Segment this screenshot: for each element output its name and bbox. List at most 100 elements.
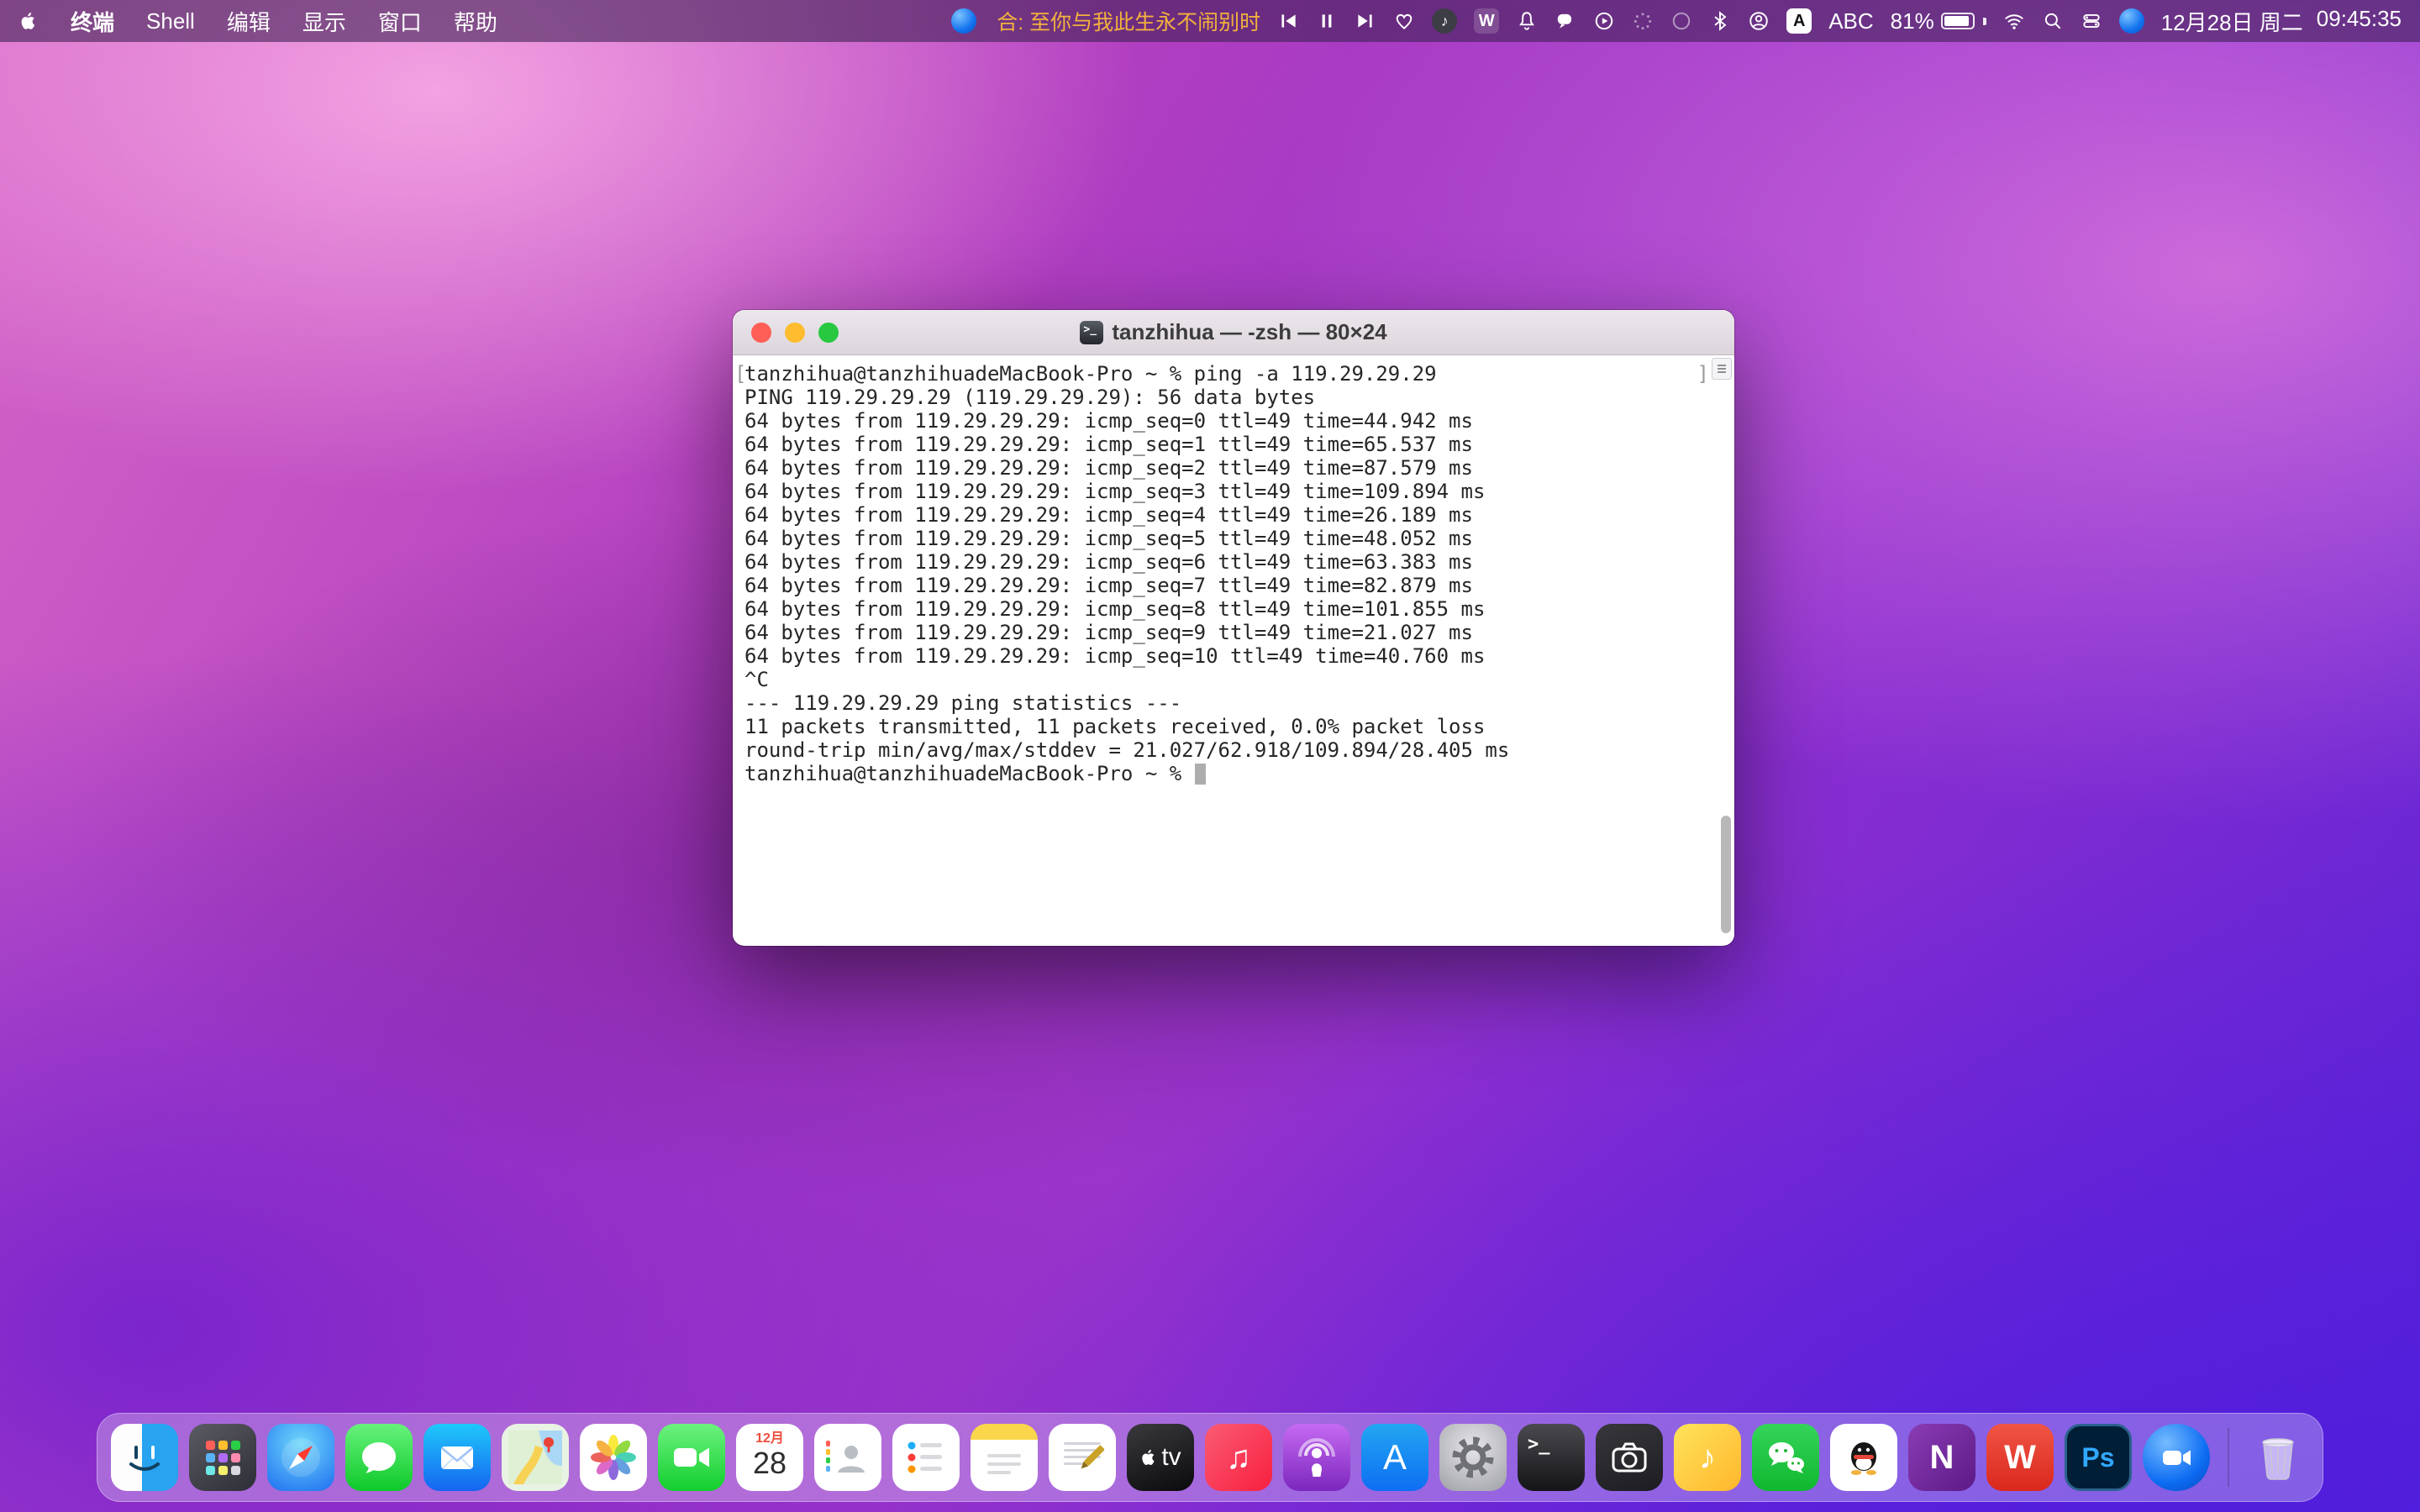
terminal-output: tanzhihua@tanzhihuadeMacBook-Pro ~ % pin…	[744, 362, 1723, 762]
dock-mail[interactable]	[424, 1424, 491, 1491]
dock-qq-music[interactable]: ♪	[1674, 1424, 1741, 1491]
minimize-button[interactable]	[785, 323, 805, 343]
wifi-icon[interactable]	[2003, 6, 2025, 36]
control-center-icon[interactable]	[2081, 6, 2102, 36]
dock-photos[interactable]	[580, 1424, 647, 1491]
dock-launchpad[interactable]	[189, 1424, 256, 1491]
app-menu-item[interactable]: 显示	[302, 6, 346, 37]
terminal-titlebar[interactable]: >_ tanzhihua — -zsh — 80×24	[733, 310, 1734, 355]
prompt-mark-close: ]	[1697, 362, 1709, 386]
window-title: tanzhihua — -zsh — 80×24	[1112, 319, 1386, 345]
dock-onenote[interactable]: N	[1908, 1424, 1975, 1491]
dock-screenshot-app[interactable]	[1596, 1424, 1663, 1491]
spotlight-search-icon[interactable]	[2042, 6, 2064, 36]
dock-terminal[interactable]: >_	[1518, 1424, 1585, 1491]
terminal-output-line: 64 bytes from 119.29.29.29: icmp_seq=8 t…	[744, 597, 1723, 621]
photoshop-ps-icon: Ps	[2081, 1442, 2114, 1473]
dock-trash[interactable]	[2247, 1424, 2309, 1491]
dock-podcasts[interactable]	[1283, 1424, 1350, 1491]
dock-tencent-meeting[interactable]	[2143, 1424, 2210, 1491]
finder-face-icon	[118, 1431, 171, 1484]
bluetooth-icon[interactable]	[1709, 6, 1731, 36]
wechat-status-icon[interactable]	[1555, 6, 1576, 36]
battery-icon	[1941, 13, 1975, 29]
dock-separator	[2228, 1428, 2229, 1487]
dock-calendar[interactable]: 12月 28	[736, 1424, 803, 1491]
account-icon[interactable]	[1748, 6, 1770, 36]
media-next-icon[interactable]	[1355, 6, 1376, 36]
terminal-content[interactable]: [ ] tanzhihua@tanzhihuadeMacBook-Pro ~ %…	[733, 355, 1734, 945]
dock: 12月 28 tv ♫ A	[97, 1413, 2323, 1502]
dock-photoshop[interactable]: Ps	[2065, 1424, 2132, 1491]
app-menu-item[interactable]: 编辑	[227, 6, 271, 37]
favorite-heart-icon[interactable]	[1393, 6, 1415, 36]
terminal-marker-icon[interactable]	[1712, 358, 1732, 380]
app-menu-item[interactable]: Shell	[146, 8, 195, 34]
notification-bell-icon[interactable]	[1516, 6, 1538, 36]
dock-wechat[interactable]	[1752, 1424, 1819, 1491]
dock-maps[interactable]	[502, 1424, 569, 1491]
screen-mirroring-icon[interactable]	[1632, 6, 1654, 36]
media-pause-icon[interactable]	[1316, 6, 1338, 36]
prompt-mark-open: [	[734, 362, 746, 386]
airplay-icon[interactable]	[1670, 6, 1692, 36]
dock-safari[interactable]	[267, 1424, 334, 1491]
menubar-clock[interactable]: 12月28日 周二 09:45:35	[2161, 6, 2402, 37]
textedit-pen-icon	[1055, 1431, 1109, 1484]
safari-compass-icon	[274, 1431, 328, 1484]
envelope-icon	[430, 1431, 484, 1484]
menu-bar-left: 终端 Shell 编辑显示 窗口 帮助	[18, 6, 497, 37]
terminal-cursor	[1195, 764, 1206, 785]
dock-contacts[interactable]	[814, 1424, 881, 1491]
dock-system-preferences[interactable]	[1439, 1424, 1507, 1491]
terminal-output-line: 64 bytes from 119.29.29.29: icmp_seq=2 t…	[744, 456, 1723, 480]
zoom-button[interactable]	[818, 323, 839, 343]
dock-messages[interactable]	[345, 1424, 413, 1491]
scrollbar-thumb[interactable]	[1721, 816, 1731, 933]
dock-notes[interactable]	[971, 1424, 1038, 1491]
dock-textedit[interactable]	[1049, 1424, 1116, 1491]
title-area: >_ tanzhihua — -zsh — 80×24	[733, 319, 1734, 345]
reminders-list-icon	[899, 1431, 953, 1484]
terminal-output-line: 64 bytes from 119.29.29.29: icmp_seq=6 t…	[744, 550, 1723, 574]
terminal-output-line: 64 bytes from 119.29.29.29: icmp_seq=3 t…	[744, 480, 1723, 503]
menu-bar: 终端Shell编辑显示窗口帮助 合: 至你与我此生永不闹别时 ♪ W A	[0, 0, 2420, 42]
calendar-month: 12月	[755, 1431, 784, 1446]
dock-wps[interactable]: W	[1986, 1424, 2054, 1491]
apple-menu[interactable]	[18, 9, 39, 33]
close-button[interactable]	[751, 323, 771, 343]
dock-music[interactable]: ♫	[1205, 1424, 1272, 1491]
music-app-icon[interactable]	[951, 8, 976, 34]
play-circle-icon[interactable]	[1593, 6, 1615, 36]
tencent-meeting-icon[interactable]	[2119, 8, 2144, 34]
dock-facetime[interactable]	[658, 1424, 725, 1491]
terminal-proxy-icon: >_	[1080, 321, 1103, 344]
apple-logo-icon	[1139, 1446, 1158, 1468]
dock-qq[interactable]	[1830, 1424, 1897, 1491]
input-source-icon[interactable]: A	[1786, 8, 1812, 34]
podcasts-icon	[1290, 1431, 1344, 1484]
terminal-output-line: 64 bytes from 119.29.29.29: icmp_seq=1 t…	[744, 433, 1723, 456]
terminal-output-line: PING 119.29.29.29 (119.29.29.29): 56 dat…	[744, 386, 1723, 409]
now-playing-icon[interactable]: ♪	[1432, 8, 1457, 34]
dock-apple-tv[interactable]: tv	[1127, 1424, 1194, 1491]
terminal-window: >_ tanzhihua — -zsh — 80×24 [ ] tanzhihu…	[733, 310, 1734, 946]
app-menu-item[interactable]: 窗口	[378, 6, 422, 37]
wps-status-icon[interactable]: W	[1474, 8, 1499, 34]
menu-bar-status: 合: 至你与我此生永不闹别时 ♪ W A ABC 81%	[951, 6, 2402, 37]
battery-status[interactable]: 81%	[1891, 8, 1986, 34]
qq-penguin-icon	[1837, 1431, 1891, 1484]
dock-finder[interactable]	[111, 1424, 178, 1491]
dock-app-store[interactable]: A	[1361, 1424, 1428, 1491]
dock-reminders[interactable]	[892, 1424, 960, 1491]
input-method-label[interactable]: ABC	[1828, 8, 1873, 34]
qqmusic-note-icon: ♪	[1699, 1439, 1716, 1477]
terminal-output-line: 11 packets transmitted, 11 packets recei…	[744, 715, 1723, 738]
battery-nub	[1983, 18, 1986, 25]
app-menu-item[interactable]: 终端	[71, 6, 114, 37]
apple-icon	[18, 9, 39, 33]
app-menu-item[interactable]: 帮助	[454, 6, 497, 37]
media-previous-icon[interactable]	[1277, 6, 1299, 36]
gear-icon	[1446, 1431, 1500, 1484]
appstore-a-icon: A	[1383, 1437, 1407, 1478]
